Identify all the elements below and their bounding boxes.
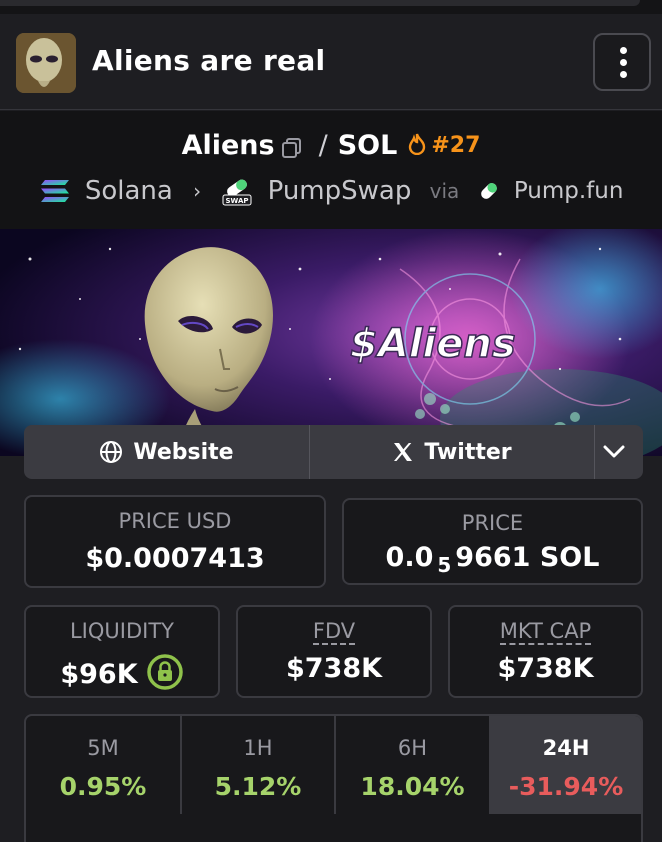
chain-name[interactable]: Solana (85, 176, 173, 206)
rank-value: #27 (431, 133, 481, 158)
website-button[interactable]: Website (24, 425, 309, 479)
chain-line: Solana › SWAP PumpSwap via Pump.fun (0, 175, 662, 206)
price-change-tabs: 5M 0.95% 1H 5.12% 6H 18.04% 24H -31.94% (24, 714, 643, 816)
liquidity-label: LIQUIDITY (69, 619, 174, 643)
change-period: 6H (397, 736, 428, 760)
top-pill (0, 0, 640, 6)
more-links-button[interactable] (595, 425, 643, 479)
pumpswap-icon: SWAP (222, 179, 252, 205)
tab-5m[interactable]: 5M 0.95% (26, 716, 180, 814)
token-banner: $Aliens (0, 229, 662, 456)
via-label: via (429, 178, 460, 203)
chevron-right-icon: › (193, 178, 202, 203)
more-options-button[interactable] (593, 33, 651, 91)
liquidity-value-row: $96K (26, 653, 218, 698)
chevron-down-icon (603, 445, 625, 458)
lock-icon[interactable] (146, 653, 184, 698)
market-cap-card[interactable]: MKT CAP $738K (448, 605, 643, 698)
change-value: -31.94% (508, 772, 624, 801)
market-cap-value: $738K (497, 653, 594, 684)
kebab-dot (620, 59, 627, 66)
copy-icon[interactable] (281, 135, 303, 158)
x-logo-icon (394, 443, 413, 461)
flame-icon (409, 133, 426, 156)
market-cap-label: MKT CAP (499, 619, 592, 645)
token-name: Aliens are real (92, 44, 326, 77)
base-token: Aliens (181, 130, 275, 161)
swap-badge-text: SWAP (226, 197, 249, 205)
fdv-card[interactable]: FDV $738K (236, 605, 432, 698)
price-native-suffix: 9661 SOL (455, 542, 600, 573)
fdv-label: FDV (312, 619, 356, 645)
fdv-value: $738K (285, 653, 383, 684)
token-header: Aliens are real (0, 14, 662, 110)
tab-1h[interactable]: 1H 5.12% (182, 716, 334, 814)
change-value: 18.04% (360, 772, 465, 801)
price-native-label: PRICE (461, 511, 524, 535)
change-period: 24H (542, 736, 590, 760)
price-native-card: PRICE 0.0 5 9661 SOL (342, 498, 643, 585)
trending-rank[interactable]: #27 (407, 133, 480, 158)
twitter-button[interactable]: Twitter (310, 425, 594, 479)
quote-token: SOL (337, 130, 398, 161)
token-avatar (16, 33, 76, 93)
tab-6h[interactable]: 6H 18.04% (336, 716, 489, 814)
transactions-panel (24, 814, 643, 842)
fdv-label-wrap: FDV (238, 619, 430, 645)
price-native-prefix: 0.0 (385, 542, 434, 573)
price-usd-card: PRICE USD $0.0007413 (24, 495, 326, 588)
change-period: 5M (87, 736, 119, 760)
pair-line: Aliens / SOL #27 (0, 129, 662, 161)
pumpfun-icon (480, 182, 497, 199)
kebab-dot (620, 71, 627, 78)
social-links-bar: Website Twitter (24, 425, 643, 479)
kebab-dot (620, 47, 627, 54)
globe-icon (100, 441, 123, 463)
change-value: 0.95% (59, 772, 147, 801)
website-label: Website (133, 439, 234, 465)
price-usd-label: PRICE USD (118, 509, 232, 533)
launchpad-name[interactable]: Pump.fun (514, 178, 624, 204)
liquidity-value: $96K (60, 659, 138, 690)
change-period: 1H (243, 736, 273, 760)
pair-separator: / (318, 130, 328, 161)
price-usd-value: $0.0007413 (85, 543, 265, 574)
top-strip (0, 0, 662, 14)
tab-24h[interactable]: 24H -31.94% (489, 716, 641, 814)
liquidity-card: LIQUIDITY $96K (24, 605, 220, 698)
pair-info: Aliens / SOL #27 Solana › SWAP PumpSwap via… (0, 111, 662, 229)
solana-icon (40, 179, 69, 202)
price-native-value: 0.0 5 9661 SOL (344, 542, 641, 577)
change-value: 5.12% (214, 772, 302, 801)
banner-ticker: $Aliens (350, 321, 516, 367)
twitter-label: Twitter (424, 439, 512, 465)
price-native-zeros: 5 (437, 553, 452, 577)
market-cap-label-wrap: MKT CAP (450, 619, 641, 645)
dex-name[interactable]: PumpSwap (268, 176, 412, 206)
